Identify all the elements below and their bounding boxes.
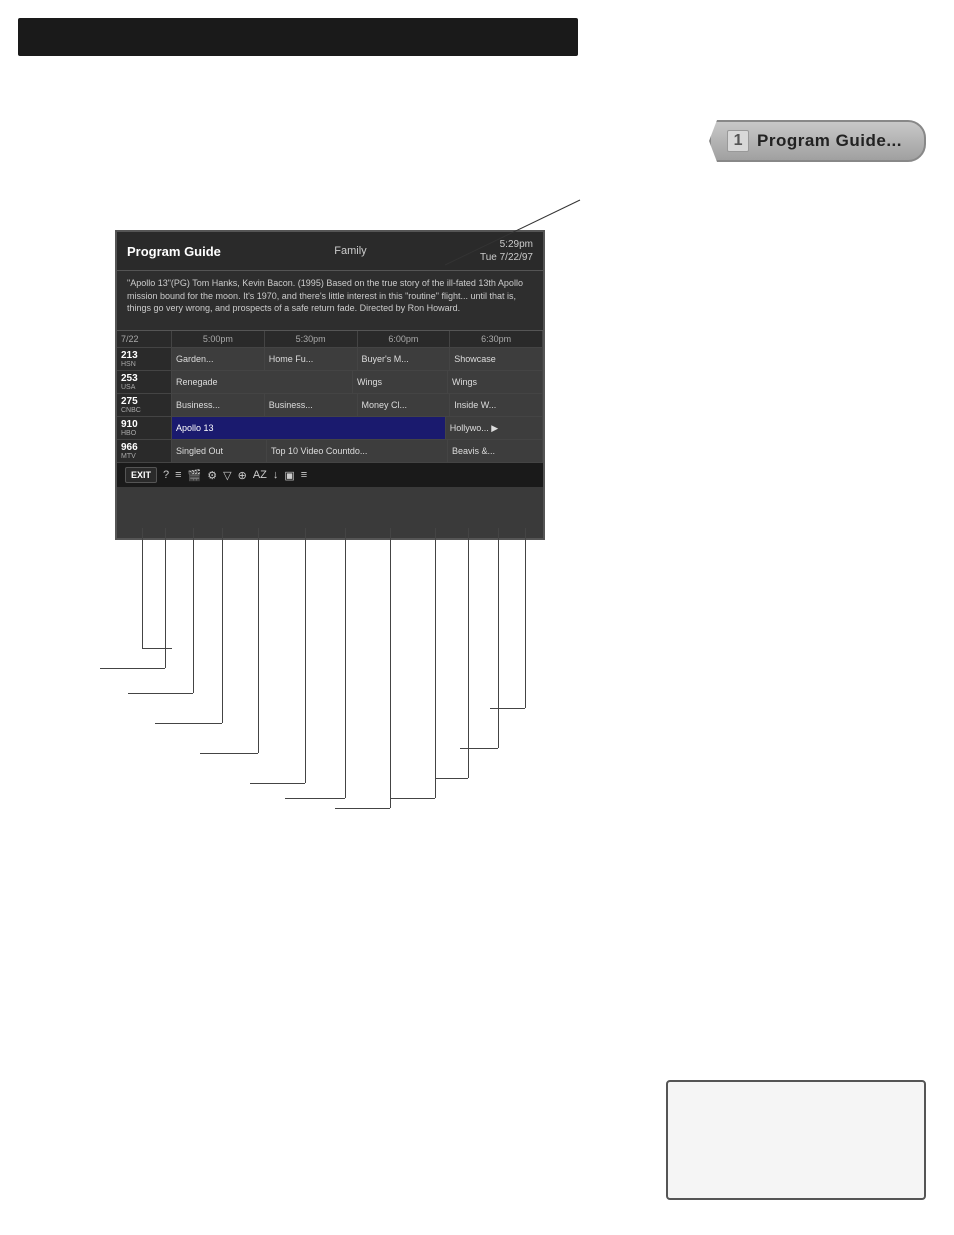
top-bar <box>18 18 578 56</box>
ann-line-help <box>165 528 166 668</box>
ann-line-az <box>435 528 436 798</box>
ann-line-3 <box>193 528 194 693</box>
program-guide-button[interactable]: 1 Program Guide... <box>709 120 926 162</box>
program-guide-number: 1 <box>727 130 749 152</box>
guide-channel-name: Family <box>334 245 366 257</box>
ann-hline-3 <box>128 693 193 694</box>
ann-line-11 <box>498 528 499 748</box>
guide-date: Tue 7/22/97 <box>480 251 533 264</box>
program-cell-top10[interactable]: Top 10 Video Countdo... <box>267 440 448 462</box>
toolbar-settings-icon[interactable]: ⚙ <box>207 469 217 482</box>
ann-hline-exit <box>142 648 172 649</box>
program-guide-screenshot: Program Guide Family 5:29pm Tue 7/22/97 … <box>115 230 545 540</box>
ann-hline-8 <box>335 808 390 809</box>
ann-line-6 <box>305 528 306 783</box>
channel-row-966: 966 MTV Singled Out Top 10 Video Countdo… <box>117 440 543 463</box>
ann-hline-7 <box>285 798 345 799</box>
time-header-row: 7/22 5:00pm 5:30pm 6:00pm 6:30pm <box>117 331 543 348</box>
channel-call: HBO <box>121 430 167 437</box>
toolbar-grid-icon[interactable]: ▣ <box>284 469 294 482</box>
ann-line-7 <box>345 528 346 798</box>
program-cell-singled[interactable]: Singled Out <box>172 440 267 462</box>
toolbar-menu-icon[interactable]: ≡ <box>175 469 181 481</box>
toolbar-help-icon[interactable]: ? <box>163 469 169 481</box>
channel-row-213: 213 HSN Garden... Home Fu... Buyer's M..… <box>117 348 543 371</box>
ann-line-exit <box>142 528 143 648</box>
time-slot-4: 6:30pm <box>450 331 543 347</box>
program-cell-money[interactable]: Money Cl... <box>358 394 451 416</box>
program-cell-apollo[interactable]: Apollo 13 <box>172 417 446 439</box>
channel-row-275: 275 CNBC Business... Business... Money C… <box>117 394 543 417</box>
toolbar-az-icon[interactable]: AZ <box>253 469 267 481</box>
program-guide-label: Program Guide... <box>757 131 902 151</box>
ann-hline-4 <box>155 723 222 724</box>
channel-call: HSN <box>121 361 167 368</box>
ann-line-10 <box>468 528 469 778</box>
program-cell-business1[interactable]: Business... <box>172 394 265 416</box>
time-date-col: 7/22 <box>117 331 172 347</box>
program-cell-business2[interactable]: Business... <box>265 394 358 416</box>
ann-line-5 <box>258 528 259 753</box>
ann-hline-11 <box>460 748 498 749</box>
program-cell-hollywo[interactable]: Hollywo... ▶ <box>446 417 543 439</box>
channel-call: MTV <box>121 453 167 460</box>
program-cell-wings2[interactable]: Wings <box>448 371 543 393</box>
channel-row-253: 253 USA Renegade Wings Wings <box>117 371 543 394</box>
channel-num: 275 <box>121 396 167 407</box>
channel-call: CNBC <box>121 407 167 414</box>
program-cell[interactable]: Home Fu... <box>265 348 358 370</box>
time-slot-3: 6:00pm <box>358 331 451 347</box>
ann-hline-help <box>100 668 165 669</box>
program-cell-beavis[interactable]: Beavis &... <box>448 440 543 462</box>
toolbar-list-icon[interactable]: ≡ <box>301 469 307 481</box>
bottom-info-box <box>666 1080 926 1200</box>
time-slot-1: 5:00pm <box>172 331 265 347</box>
channel-call: USA <box>121 384 167 391</box>
toolbar-down-icon[interactable]: ↓ <box>273 469 279 481</box>
time-slot-2: 5:30pm <box>265 331 358 347</box>
guide-description: "Apollo 13"(PG) Tom Hanks, Kevin Bacon. … <box>117 271 543 331</box>
ann-hline-10 <box>435 778 468 779</box>
guide-toolbar: EXIT ? ≡ 🎬 ⚙ ▽ ⊕ AZ ↓ ▣ ≡ <box>117 463 543 487</box>
toolbar-exit[interactable]: EXIT <box>125 467 157 483</box>
channel-id-213: 213 HSN <box>117 348 172 370</box>
ann-line-8 <box>390 528 391 808</box>
ann-hline-5 <box>200 753 258 754</box>
toolbar-filter-icon[interactable]: ▽ <box>223 469 231 482</box>
toolbar-circle-icon[interactable]: ⊕ <box>238 469 247 482</box>
channel-num: 966 <box>121 442 167 453</box>
program-cell[interactable]: Showcase <box>450 348 543 370</box>
ann-line-4 <box>222 528 223 723</box>
channel-row-910: 910 HBO Apollo 13 Hollywo... ▶ <box>117 417 543 440</box>
guide-time: 5:29pm <box>480 238 533 251</box>
program-cell[interactable]: Garden... <box>172 348 265 370</box>
guide-header: Program Guide Family 5:29pm Tue 7/22/97 <box>117 232 543 271</box>
program-cell-renegade[interactable]: Renegade <box>172 371 353 393</box>
guide-title: Program Guide <box>127 244 221 259</box>
ann-hline-6 <box>250 783 305 784</box>
channel-id-253: 253 USA <box>117 371 172 393</box>
guide-datetime: 5:29pm Tue 7/22/97 <box>480 238 533 264</box>
channel-num: 253 <box>121 373 167 384</box>
channel-num: 910 <box>121 419 167 430</box>
channel-id-910: 910 HBO <box>117 417 172 439</box>
program-cell-inside[interactable]: Inside W... <box>450 394 543 416</box>
ann-line-12 <box>525 528 526 708</box>
channel-id-966: 966 MTV <box>117 440 172 462</box>
channel-num: 213 <box>121 350 167 361</box>
program-cell-wings1[interactable]: Wings <box>353 371 448 393</box>
program-cell[interactable]: Buyer's M... <box>358 348 451 370</box>
toolbar-movie-icon[interactable]: 🎬 <box>188 469 202 482</box>
ann-hline-12 <box>490 708 525 709</box>
ann-hline-az <box>390 798 435 799</box>
channel-id-275: 275 CNBC <box>117 394 172 416</box>
